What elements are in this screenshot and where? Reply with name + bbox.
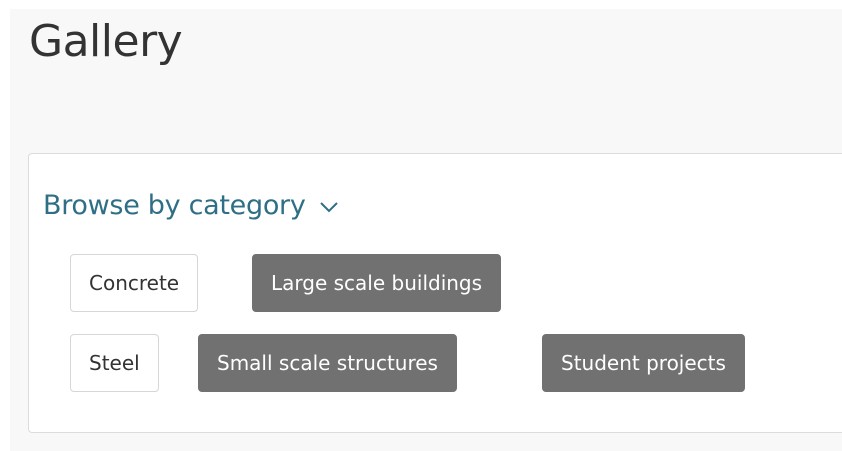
category-tag-large-scale-buildings[interactable]: Large scale buildings [252,254,502,312]
category-tag-student-projects[interactable]: Student projects [542,334,745,392]
browse-by-category-toggle[interactable]: Browse by category [43,186,340,226]
category-tag-small-scale-structures[interactable]: Small scale structures [198,334,457,392]
category-tag-concrete[interactable]: Concrete [70,254,199,312]
browse-by-category-label: Browse by category [43,190,306,221]
page-title: Gallery [29,16,183,67]
category-tag-steel[interactable]: Steel [70,334,159,392]
chevron-down-icon [318,196,340,218]
